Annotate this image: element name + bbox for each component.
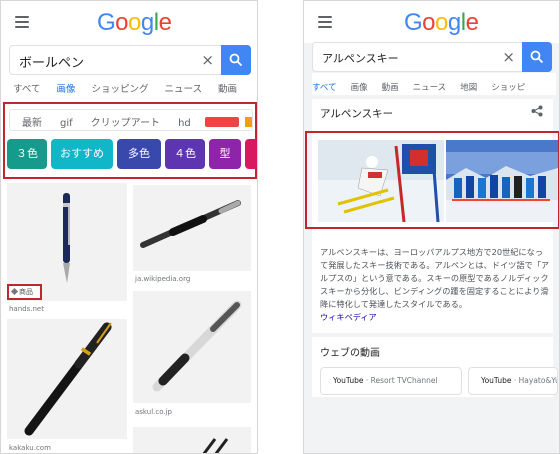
tab-news[interactable]: ニュース [165,81,203,99]
chip-recommended[interactable]: おすすめ [51,139,113,169]
clear-icon[interactable]: × [201,51,214,69]
menu-icon[interactable] [15,16,29,28]
filter-latest[interactable]: 最新 [22,114,42,129]
pen-image-clear [152,300,242,392]
search-input[interactable]: ボールペン [19,52,84,71]
image-source-3[interactable]: kakaku.com [9,444,51,452]
video-card-1[interactable]: YouTube · Resort TVChannel [320,367,462,395]
image-source-2[interactable]: ja.wikipedia.org [135,275,190,283]
share-icon[interactable] [531,105,543,117]
pen-image-partial [202,438,229,453]
image-search-screen: Google ボールペン × すべて 画像 ショッピング ニュース 動画 最新 gif クリ… [0,0,258,454]
wikipedia-link[interactable]: ウィキペディア [320,312,377,322]
tab-shopping[interactable]: ショッピ [491,81,525,95]
image-result-4[interactable] [133,291,251,403]
knowledge-panel-description: アルペンスキーは、ヨーロッパアルプス地方で20世紀になって発展したスキー技術であ… [320,247,550,322]
ski-image-1[interactable] [318,140,444,222]
search-icon [530,50,544,64]
filter-gif[interactable]: gif [60,118,73,129]
product-badge: 商品 [7,284,42,300]
tab-videos[interactable]: 動画 [382,81,399,95]
chip-more[interactable] [245,139,257,169]
image-source-4[interactable]: askul.co.jp [135,408,172,416]
top-bar: Google [1,1,257,43]
ski-image-2[interactable] [446,140,558,222]
tab-images[interactable]: 画像 [351,81,368,95]
tab-maps[interactable]: 地図 [460,81,477,95]
chip-3-colors[interactable]: ３色 [7,139,47,169]
image-filter-bar: 最新 gif クリップアート hd [9,109,253,131]
image-result-3[interactable] [7,319,127,439]
search-tabs: すべて 画像 動画 ニュース 地図 ショッピ [312,73,556,95]
tab-images[interactable]: 画像 [56,81,75,99]
filter-hd[interactable]: hd [178,118,191,129]
image-result-5[interactable] [133,427,251,453]
search-box[interactable]: アルペンスキー × [312,42,552,72]
related-chips: ３色 おすすめ 多色 ４色型 [7,139,257,173]
tag-icon [10,287,19,296]
tab-all[interactable]: すべて [13,81,40,99]
search-button[interactable] [522,42,552,72]
search-box[interactable]: ボールペン × [9,45,251,75]
chip-multi-color[interactable]: 多色 [117,139,161,169]
pen-image-black [140,200,241,248]
color-filter-red[interactable] [204,116,239,127]
top-bar: Google [304,1,559,43]
web-videos-title: ウェブの動画 [320,348,380,359]
tab-all[interactable]: すべて [312,81,337,95]
search-tabs: すべて 画像 ショッピング ニュース 動画 [13,77,253,99]
tab-news[interactable]: ニュース [413,81,447,95]
chip-type[interactable]: 型 [209,139,241,169]
menu-icon[interactable] [318,16,332,28]
search-input[interactable]: アルペンスキー [322,50,399,66]
image-source-1[interactable]: hands.net [9,305,44,313]
knowledge-panel-title: アルペンスキー [320,108,394,120]
clear-icon[interactable]: × [502,48,515,66]
search-button[interactable] [221,45,251,75]
knowledge-panel-screen: Google アルペンスキー × すべて 画像 動画 ニュース 地図 ショッピ アルペンス… [303,0,560,454]
tab-shopping[interactable]: ショッピング [91,81,148,99]
search-icon [229,53,243,67]
web-videos-panel: ウェブの動画 YouTube · Resort TVChannel YouTub… [312,337,558,397]
tab-videos[interactable]: 動画 [218,81,237,99]
google-logo[interactable]: Google [97,9,172,37]
chip-4-colors[interactable]: ４色 [165,139,205,169]
google-logo[interactable]: Google [404,9,479,37]
filter-clipart[interactable]: クリップアート [91,114,160,129]
video-card-2[interactable]: YouTube · Hayato&Yu [468,367,558,395]
color-filter-orange[interactable] [244,116,252,127]
pen-image-gold [24,322,112,436]
image-result-2[interactable] [133,185,251,271]
